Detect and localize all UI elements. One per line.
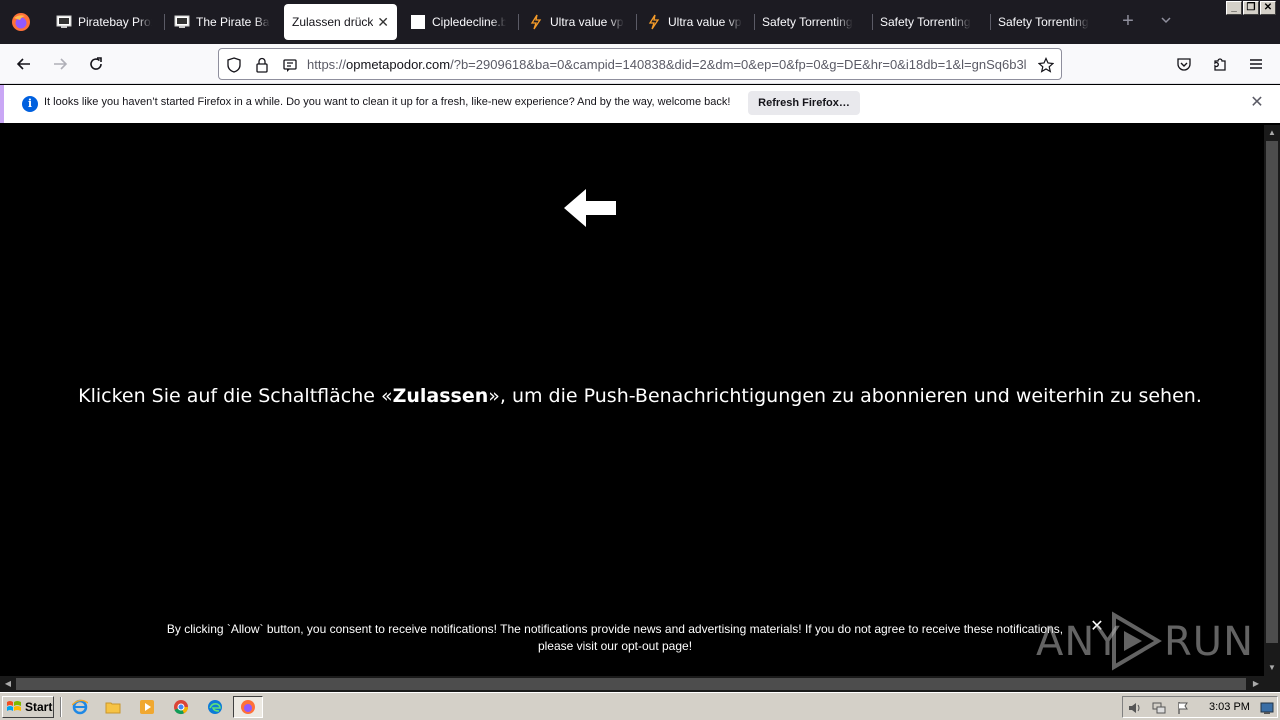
firefox-taskbar-button[interactable]	[233, 696, 263, 718]
pirate-monitor-icon	[174, 14, 190, 30]
scroll-down-icon[interactable]: ▼	[1264, 660, 1280, 676]
close-window-icon[interactable]: ✕	[1260, 1, 1276, 15]
edge-icon[interactable]	[205, 698, 225, 716]
tab-ultra-value-vpn-1[interactable]: Ultra value vpn	[520, 4, 632, 40]
extensions-puzzle-icon[interactable]	[1208, 52, 1232, 76]
refresh-firefox-button[interactable]: Refresh Firefox…	[748, 91, 860, 115]
scroll-up-icon[interactable]: ▲	[1264, 125, 1280, 141]
start-button[interactable]: Start	[2, 696, 54, 718]
tab-strip: Piratebay Proxy The Pirate Bay Zulassen …	[0, 0, 1280, 44]
volume-icon[interactable]	[1127, 700, 1143, 716]
tab-safety-torrenting-1[interactable]: Safety Torrenting	[754, 4, 870, 40]
hamburger-menu-icon[interactable]	[1244, 52, 1268, 76]
page-content: Klicken Sie auf die Schaltfläche «Zulass…	[0, 125, 1264, 676]
permissions-icon[interactable]	[281, 56, 299, 74]
tracking-shield-icon[interactable]	[225, 56, 243, 74]
tab-piratebay-proxy[interactable]: Piratebay Proxy	[48, 4, 160, 40]
media-player-icon[interactable]	[137, 698, 157, 716]
clock[interactable]: 3:03 PM	[1209, 701, 1250, 713]
tab-label: Safety Torrenting	[998, 15, 1089, 29]
horizontal-scrollbar[interactable]: ◀ ▶	[0, 676, 1264, 692]
tab-cipledecline[interactable]: Cipledecline.bu	[402, 4, 514, 40]
network-icon[interactable]	[1151, 700, 1167, 716]
vertical-scroll-thumb[interactable]	[1266, 141, 1278, 643]
url-host: opmetapodor.com	[346, 57, 451, 72]
info-icon: i	[22, 96, 38, 112]
play-triangle-icon	[1112, 611, 1162, 671]
tab-separator	[164, 14, 165, 30]
url-scheme: https://	[307, 57, 347, 72]
windows-flag-icon	[7, 701, 21, 711]
url-text: https://opmetapodor.com/?b=2909618&ba=0&…	[307, 57, 1027, 72]
firefox-icon	[241, 700, 255, 714]
blank-page-icon	[410, 14, 426, 30]
bookmark-star-icon[interactable]	[1037, 56, 1055, 74]
restore-icon[interactable]: ❐	[1243, 1, 1259, 15]
pirate-monitor-icon	[56, 14, 72, 30]
message-after: », um die Push-Benachrichtigungen zu abo…	[488, 385, 1202, 407]
refresh-firefox-notification: i It looks like you haven’t started Fire…	[0, 85, 1280, 123]
tab-label: Piratebay Proxy	[78, 15, 152, 29]
tab-label: Ultra value vpn	[550, 15, 624, 29]
scroll-right-icon[interactable]: ▶	[1248, 676, 1264, 692]
tab-the-pirate-bay[interactable]: The Pirate Bay	[166, 4, 278, 40]
navigation-toolbar: https://opmetapodor.com/?b=2909618&ba=0&…	[0, 44, 1280, 84]
windows-taskbar: Start 3:03 PM	[0, 692, 1280, 720]
forward-arrow-icon[interactable]	[48, 52, 72, 76]
tab-separator	[518, 14, 519, 30]
left-arrow-icon	[564, 189, 616, 227]
consent-prefix: please visit our	[537, 639, 622, 653]
horizontal-scroll-thumb[interactable]	[16, 678, 1246, 690]
flag-icon[interactable]	[1175, 700, 1191, 716]
message-allow-word: Zulassen	[392, 385, 489, 407]
anyrun-watermark: ANY RUN	[1036, 607, 1253, 673]
chrome-icon[interactable]	[171, 698, 191, 716]
message-before: Klicken Sie auf die Schaltfläche «	[78, 385, 393, 407]
tab-ultra-value-vpn-2[interactable]: Ultra value vpn	[638, 4, 750, 40]
push-subscribe-message: Klicken Sie auf die Schaltfläche «Zulass…	[0, 385, 1280, 407]
reload-icon[interactable]	[84, 52, 108, 76]
scroll-left-icon[interactable]: ◀	[0, 676, 16, 692]
ie-icon[interactable]	[70, 698, 90, 716]
close-tab-icon[interactable]: ✕	[377, 14, 389, 31]
lock-icon[interactable]	[253, 56, 271, 74]
scrollbar-corner	[1264, 676, 1280, 692]
back-arrow-icon[interactable]	[12, 52, 36, 76]
tab-zulassen-druecken[interactable]: Zulassen drücken ✕	[284, 4, 397, 40]
tab-label: Cipledecline.bu	[432, 15, 506, 29]
notification-text: It looks like you haven’t started Firefo…	[44, 96, 731, 108]
system-tray: 3:03 PM	[1122, 696, 1278, 718]
tab-label: Zulassen drücken	[292, 15, 374, 29]
tab-label: Ultra value vpn	[668, 15, 742, 29]
vertical-scrollbar[interactable]: ▲ ▼	[1264, 125, 1280, 676]
list-all-tabs-chevron-icon[interactable]	[1156, 8, 1176, 36]
show-desktop-icon[interactable]	[1259, 700, 1275, 716]
opt-out-link[interactable]: opt-out page!	[621, 639, 692, 653]
new-tab-plus-icon[interactable]: +	[1116, 8, 1140, 36]
tab-label: Safety Torrenting	[762, 15, 853, 29]
minimize-icon[interactable]: _	[1226, 1, 1242, 15]
explorer-folder-icon[interactable]	[103, 698, 123, 716]
lightning-icon	[528, 14, 544, 30]
tab-safety-torrenting-3[interactable]: Safety Torrenting	[990, 4, 1106, 40]
taskbar-separator	[60, 697, 62, 717]
tab-label: The Pirate Bay	[196, 15, 270, 29]
tab-label: Safety Torrenting	[880, 15, 971, 29]
consent-disclaimer: By clicking `Allow` button, you consent …	[150, 621, 1080, 655]
url-bar[interactable]: https://opmetapodor.com/?b=2909618&ba=0&…	[218, 48, 1062, 80]
close-notification-icon[interactable]: ✕	[1248, 94, 1266, 112]
pocket-icon[interactable]	[1172, 52, 1196, 76]
watermark-run-text: RUN	[1164, 619, 1254, 665]
consent-line-1: By clicking `Allow` button, you consent …	[166, 622, 1064, 636]
firefox-logo-icon[interactable]	[0, 0, 42, 44]
tab-safety-torrenting-2[interactable]: Safety Torrenting	[872, 4, 988, 40]
lightning-icon	[646, 14, 662, 30]
tab-separator	[636, 14, 637, 30]
url-path: /?b=2909618&ba=0&campid=140838&did=2&dm=…	[450, 57, 1027, 72]
consent-line-2: please visit our opt-out page!	[150, 638, 1080, 655]
window-controls: _ ❐ ✕	[1225, 1, 1276, 15]
start-label: Start	[25, 700, 53, 714]
